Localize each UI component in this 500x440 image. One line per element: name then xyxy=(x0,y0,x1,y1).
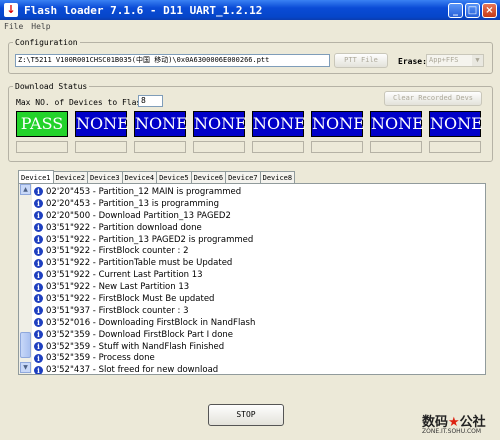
log-text: 03'52"359 - Download FirstBlock Part I d… xyxy=(46,329,234,340)
log-text: 02'20"453 - Partition_13 is programming xyxy=(46,198,219,209)
log-text: 03'51"922 - Partition download done xyxy=(46,222,202,233)
log-text: 03'52"359 - Process done xyxy=(46,353,155,364)
max-devices-field[interactable]: 8 xyxy=(138,95,163,107)
info-icon: i xyxy=(34,246,43,256)
info-icon: i xyxy=(34,365,43,374)
log-line: i 03'52"437 - Slot freed for new download xyxy=(34,364,255,375)
minimize-button[interactable]: _ xyxy=(448,2,463,18)
info-icon: i xyxy=(34,282,43,292)
log-line: i 03'51"922 - Partition_13 PAGED2 is prog… xyxy=(34,234,255,246)
log-line: i 03'51"922 - Current Last Partition 13 xyxy=(34,269,255,281)
close-button[interactable]: × xyxy=(482,2,497,18)
log-line: i 03'51"922 - FirstBlock counter : 2 xyxy=(34,245,255,257)
device-2-status: NONE xyxy=(75,111,129,137)
app-icon: ↓ xyxy=(4,3,18,17)
log-list: i 02'20"453 - Partition_12 MAIN is progra… xyxy=(34,186,255,375)
title-bar: ↓ Flash loader 7.1.6 - D11 UART_1.2.12 _… xyxy=(0,0,500,20)
erase-select[interactable]: App+FFS ▼ xyxy=(426,54,484,67)
max-devices-label: Max NO. of Devices to Flash: xyxy=(16,98,151,107)
info-icon: i xyxy=(34,270,43,280)
device-4-progress xyxy=(193,141,245,153)
window-title: Flash loader 7.1.6 - D11 UART_1.2.12 xyxy=(24,3,263,17)
device-5-progress xyxy=(252,141,304,153)
download-status-legend: Download Status xyxy=(15,82,88,91)
info-icon: i xyxy=(34,294,43,304)
device-1-status: PASS xyxy=(16,111,68,137)
log-line: i 02'20"500 - Download Partition_13 PAGED… xyxy=(34,210,255,222)
clear-recorded-devs-button[interactable]: Clear Recorded Devs xyxy=(384,91,482,106)
watermark-url: ZONE.IT.SOHU.COM xyxy=(422,428,482,435)
device-8-progress xyxy=(429,141,481,153)
log-text: 03'51"922 - FirstBlock Must Be updated xyxy=(46,293,215,304)
erase-label: Erase: xyxy=(398,57,427,66)
maximize-button[interactable]: □ xyxy=(465,2,480,18)
log-text: 03'52"437 - Slot freed for new download xyxy=(46,365,219,375)
tab-device1[interactable]: Device1 xyxy=(18,170,54,184)
log-text: 02'20"500 - Download Partition_13 PAGED2 xyxy=(46,210,231,221)
menu-bar: File Help xyxy=(0,20,500,34)
info-icon: i xyxy=(34,258,43,268)
log-text: 03'52"359 - Stuff with NandFlash Finishe… xyxy=(46,341,225,352)
configuration-legend: Configuration xyxy=(15,38,78,47)
scrollbar-thumb[interactable] xyxy=(20,332,31,358)
info-icon: i xyxy=(34,306,43,316)
info-icon: i xyxy=(34,342,43,352)
device-6-status: NONE xyxy=(311,111,365,137)
menu-file[interactable]: File xyxy=(4,20,23,34)
device-4-status: NONE xyxy=(193,111,247,137)
device-5-status: NONE xyxy=(252,111,306,137)
device-1-progress xyxy=(16,141,68,153)
info-icon: i xyxy=(34,330,43,340)
device-3-status: NONE xyxy=(134,111,188,137)
device-6-progress xyxy=(311,141,363,153)
scroll-down-icon[interactable]: ▼ xyxy=(20,362,31,373)
ptt-path-field[interactable]: Z:\T5211 V100R001CHSC01B035(中国 移动)\0x0A6… xyxy=(15,54,330,67)
log-text: 03'51"922 - Current Last Partition 13 xyxy=(46,270,203,281)
device-2-progress xyxy=(75,141,127,153)
info-icon: i xyxy=(34,223,43,233)
erase-select-value: App+FFS xyxy=(429,56,459,64)
log-text: 02'20"453 - Partition_12 MAIN is program… xyxy=(46,186,242,197)
log-text: 03'51"922 - Partition_13 PAGED2 is progr… xyxy=(46,234,254,245)
log-text: 03'52"016 - Downloading FirstBlock in Na… xyxy=(46,317,256,328)
ptt-file-button[interactable]: PTT File xyxy=(334,53,388,68)
scroll-up-icon[interactable]: ▲ xyxy=(20,184,31,195)
log-line: i 03'51"922 - FirstBlock Must Be updated xyxy=(34,293,255,305)
device-7-status: NONE xyxy=(370,111,424,137)
device-8-status: NONE xyxy=(429,111,483,137)
log-line: i 03'51"922 - New Last Partition 13 xyxy=(34,281,255,293)
device-7-progress xyxy=(370,141,422,153)
log-line: i 03'51"922 - Partition download done xyxy=(34,222,255,234)
info-icon: i xyxy=(34,211,43,221)
log-scrollbar[interactable]: ▲ ▼ xyxy=(19,184,32,374)
log-panel[interactable]: ▲ ▼ i 02'20"453 - Partition_12 MAIN is pr… xyxy=(18,183,486,375)
log-line: i 03'51"937 - FirstBlock counter : 3 xyxy=(34,305,255,317)
log-text: 03'51"922 - New Last Partition 13 xyxy=(46,282,190,293)
info-icon: i xyxy=(34,199,43,209)
log-line: i 03'52"359 - Download FirstBlock Part I … xyxy=(34,329,255,341)
menu-help[interactable]: Help xyxy=(31,20,50,34)
log-line: i 03'52"359 - Stuff with NandFlash Finish… xyxy=(34,341,255,353)
info-icon: i xyxy=(34,187,43,197)
info-icon: i xyxy=(34,235,43,244)
log-line: i 03'51"922 - PartitionTable must be Upda… xyxy=(34,257,255,269)
log-line: i 02'20"453 - Partition_13 is programming xyxy=(34,198,255,210)
chevron-down-icon[interactable]: ▼ xyxy=(472,55,483,66)
log-text: 03'51"922 - FirstBlock counter : 2 xyxy=(46,246,189,257)
log-text: 03'51"922 - PartitionTable must be Updat… xyxy=(46,258,233,269)
log-line: i 03'52"359 - Process done xyxy=(34,352,255,364)
log-text: 03'51"937 - FirstBlock counter : 3 xyxy=(46,305,189,316)
log-line: i 03'52"016 - Downloading FirstBlock in N… xyxy=(34,317,255,329)
device-3-progress xyxy=(134,141,186,153)
info-icon: i xyxy=(34,353,43,363)
stop-button[interactable]: STOP xyxy=(208,404,284,426)
info-icon: i xyxy=(34,318,43,328)
log-line: i 02'20"453 - Partition_12 MAIN is progra… xyxy=(34,186,255,198)
